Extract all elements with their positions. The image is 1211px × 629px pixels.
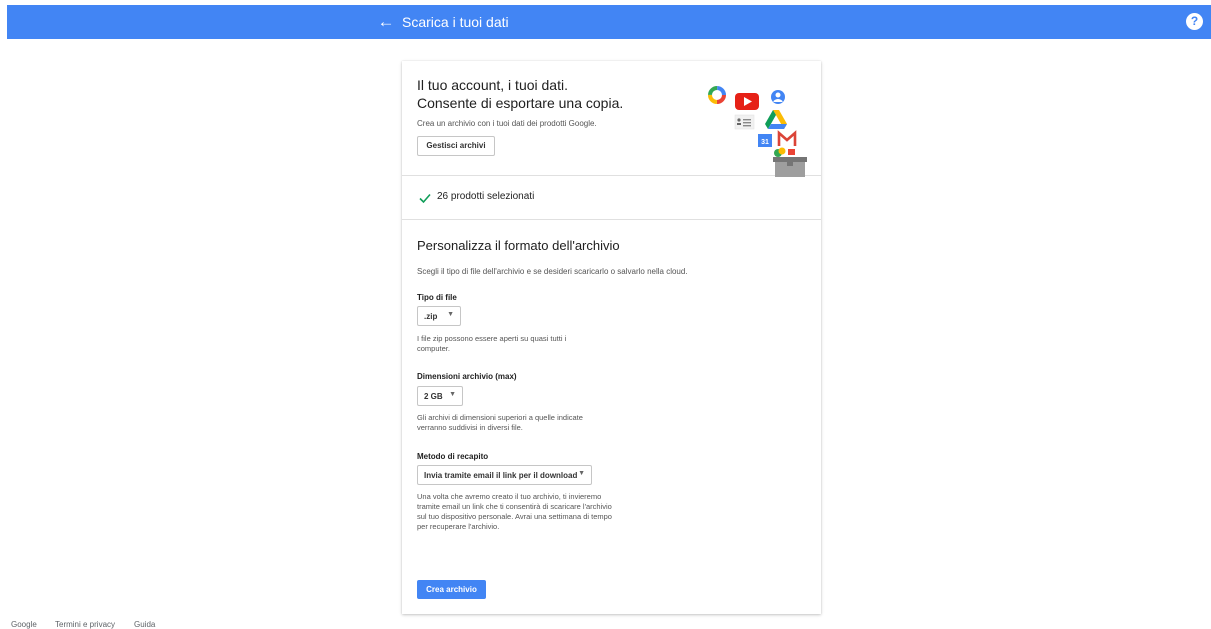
delivery-method-label: Metodo di recapito [417,452,489,461]
youtube-icon [735,93,759,110]
file-type-label: Tipo di file [417,293,457,302]
delivery-method-help: Una volta che avremo creato il tuo archi… [417,492,612,531]
calendar-icon: 31 [758,134,772,147]
takeout-card: Il tuo account, i tuoi dati. Consente di… [402,61,821,614]
intro-heading: Il tuo account, i tuoi dati. Consente di… [417,76,677,112]
file-type-help: I file zip possono essere aperti su quas… [417,334,567,353]
chevron-down-icon: ▼ [449,391,456,398]
file-type-value: .zip [424,312,438,321]
intro-heading-line-1: Il tuo account, i tuoi dati. [417,77,568,93]
footer-link-help[interactable]: Guida [134,620,155,629]
format-section-title: Personalizza il formato dell'archivio [417,238,620,253]
archive-size-help: Gli archivi di dimensioni superiori a qu… [417,413,583,432]
drive-icon [765,110,787,129]
chevron-down-icon: ▼ [447,311,454,318]
contacts-icon [771,90,785,104]
delivery-method-select[interactable]: Invia tramite email il link per il downl… [417,465,592,485]
file-type-select[interactable]: .zip ▼ [417,306,461,326]
format-section-description: Scegli il tipo di file dell'archivio e s… [417,267,688,276]
products-illustration: 31 [708,86,807,177]
delivery-method-value: Invia tramite email il link per il downl… [424,471,578,480]
top-app-bar: ← Scarica i tuoi dati ? [7,5,1211,39]
help-icon[interactable]: ? [1186,13,1203,30]
photos-icon [708,86,726,104]
intro-section: Il tuo account, i tuoi dati. Consente di… [402,61,821,177]
products-selected-count: 26 prodotti selezionati [437,191,535,202]
footer-link-google[interactable]: Google [11,620,37,629]
archive-box-icon [773,147,807,177]
footer-link-terms[interactable]: Termini e privacy [55,620,115,629]
chevron-down-icon: ▼ [578,470,585,477]
archive-size-label: Dimensioni archivio (max) [417,372,517,381]
archive-size-select[interactable]: 2 GB ▼ [417,386,463,406]
create-archive-button[interactable]: Crea archivio [417,580,486,599]
contacts-card-icon [734,114,755,130]
checkmark-icon [419,193,431,204]
manage-archives-button[interactable]: Gestisci archivi [417,136,495,156]
back-arrow-icon[interactable]: ← [374,10,398,34]
products-selected-section[interactable]: 26 prodotti selezionati [402,176,821,220]
intro-heading-line-2: Consente di esportare una copia. [417,95,624,111]
calendar-date-label: 31 [761,139,769,146]
gmail-icon [777,130,797,146]
intro-description: Crea un archivio con i tuoi dati dei pro… [417,119,597,128]
archive-format-section: Personalizza il formato dell'archivio Sc… [402,220,821,614]
page-title: Scarica i tuoi dati [402,14,509,30]
archive-size-value: 2 GB [424,392,443,401]
